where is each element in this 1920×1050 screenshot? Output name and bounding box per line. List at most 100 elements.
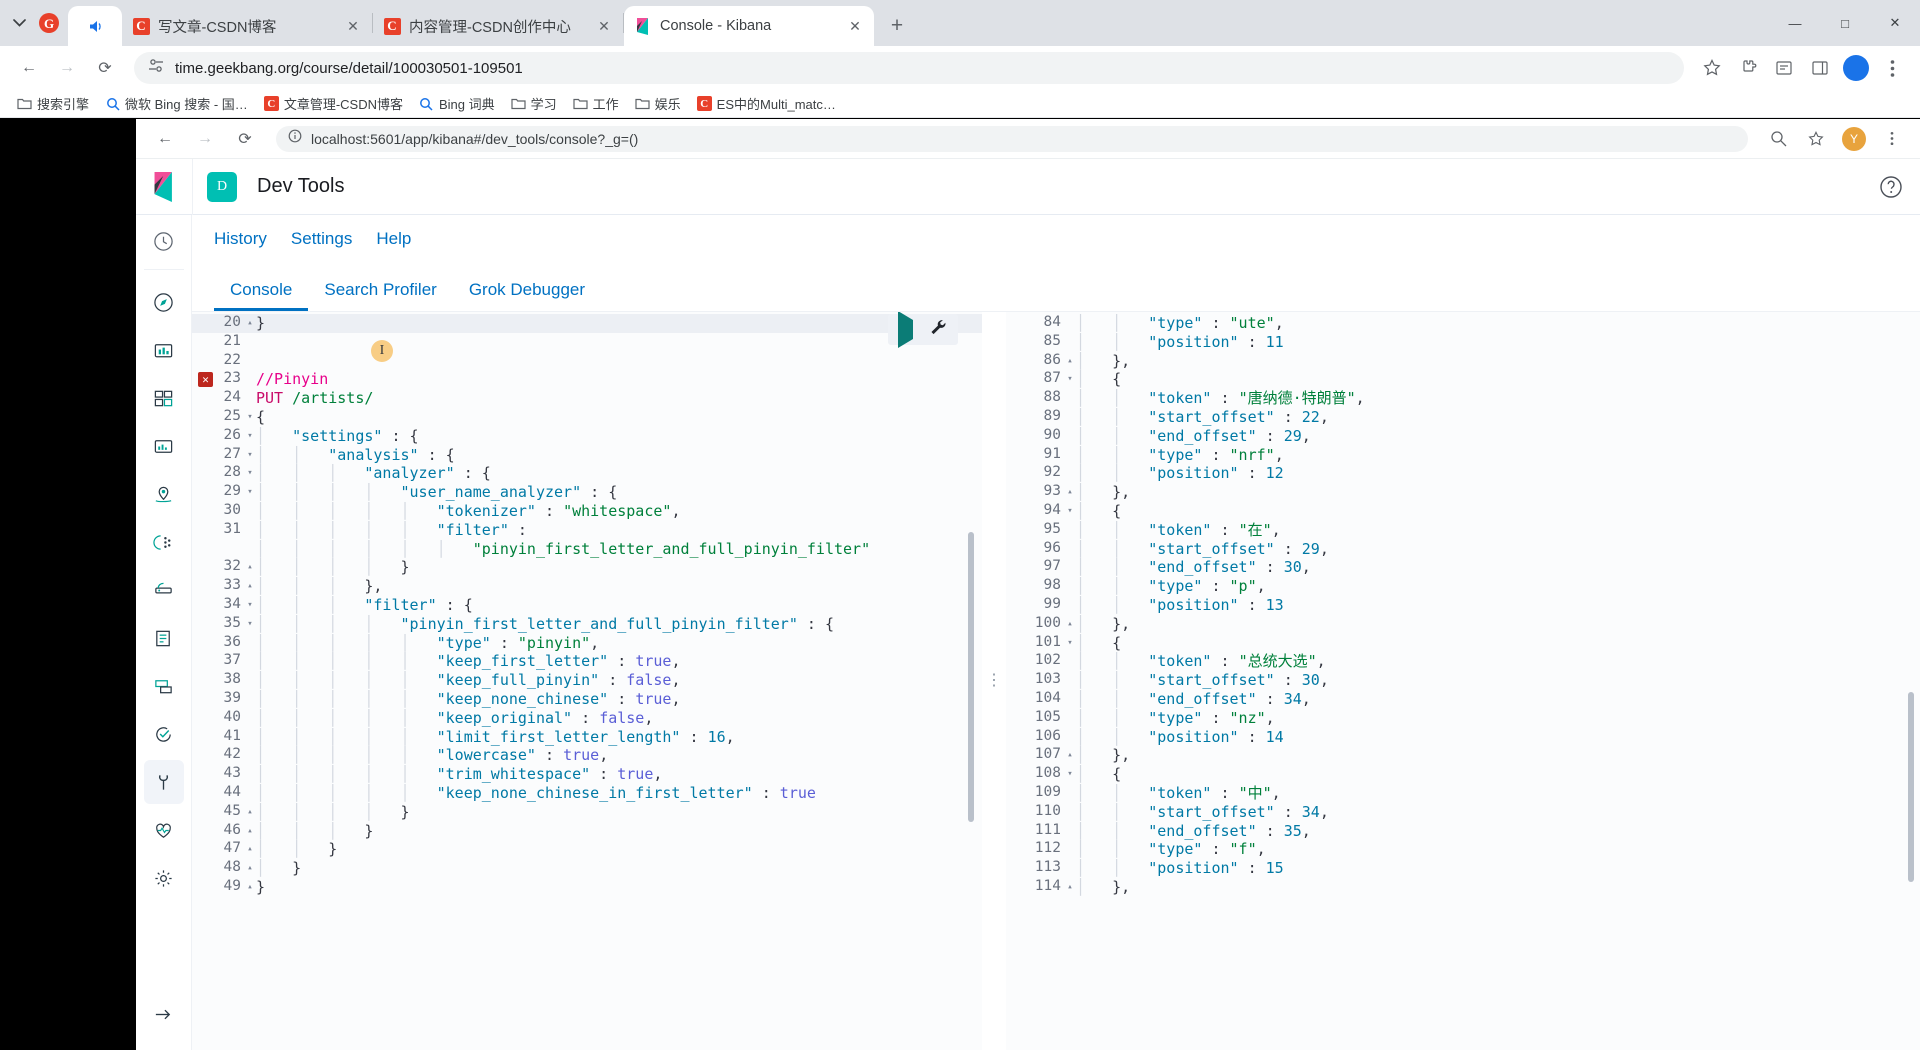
kibana-logo-icon[interactable] (136, 159, 192, 215)
reload-button[interactable]: ⟳ (88, 51, 122, 85)
sidebar-item-logs[interactable] (144, 616, 184, 660)
request-options-wrench-icon[interactable] (929, 318, 948, 341)
fold-toggle-icon[interactable]: ▾ (1064, 502, 1076, 521)
sidebar-item-dev-tools[interactable] (143, 760, 184, 804)
collapse-arrow-icon[interactable] (144, 992, 184, 1036)
inner-address-bar[interactable]: localhost:5601/app/kibana#/dev_tools/con… (276, 125, 1748, 152)
more-menu-icon[interactable] (1876, 52, 1908, 84)
maximize-button[interactable]: □ (1820, 0, 1870, 46)
fold-toggle-icon[interactable]: ▴ (244, 840, 256, 859)
browser-tab-2[interactable]: Console - Kibana ✕ (624, 6, 874, 46)
pinned-tab-audio[interactable] (68, 6, 122, 46)
fold-toggle-icon[interactable]: ▴ (244, 878, 256, 897)
g-logo-icon[interactable]: G (34, 8, 64, 38)
bookmark-item[interactable]: Bing 词典 (412, 91, 502, 116)
help-circle-icon[interactable] (1876, 172, 1906, 202)
fold-toggle-icon[interactable]: ▾ (244, 615, 256, 634)
extensions-icon[interactable] (1732, 52, 1764, 84)
fold-toggle-icon[interactable]: ▴ (244, 577, 256, 596)
response-pane[interactable]: 84 │ │ "type" : "ute", 85 │ │ "position" : … (1006, 312, 1920, 1050)
fold-toggle-icon[interactable]: ▴ (1064, 352, 1076, 371)
minimize-button[interactable]: — (1770, 0, 1820, 46)
tab-search-chevron-icon[interactable] (4, 8, 34, 38)
bookmark-item[interactable]: 微软 Bing 搜索 - 国… (98, 91, 255, 116)
sidebar-item-canvas[interactable] (144, 424, 184, 468)
sidebar-item-uptime[interactable] (144, 712, 184, 756)
editor-scrollbar[interactable] (968, 532, 974, 822)
inner-forward-button[interactable]: → (188, 122, 222, 156)
sidebar-item-dashboard[interactable] (144, 376, 184, 420)
back-button[interactable]: ← (12, 51, 46, 85)
side-panel-icon[interactable] (1804, 52, 1836, 84)
fold-toggle-icon[interactable]: ▴ (1064, 746, 1076, 765)
fold-toggle-icon[interactable]: ▾ (244, 596, 256, 615)
fold-toggle-icon[interactable]: ▴ (244, 859, 256, 878)
bookmark-item[interactable]: C ES中的Multi_matc… (690, 91, 843, 116)
code-token: "tokenizer" (436, 501, 536, 520)
site-settings-icon[interactable] (148, 58, 165, 78)
browser-tab-1[interactable]: C 内容管理-CSDN创作中心 ✕ (373, 6, 623, 46)
address-bar[interactable]: time.geekbang.org/course/detail/10003050… (134, 52, 1684, 84)
inner-back-button[interactable]: ← (148, 122, 182, 156)
fold-toggle-icon[interactable]: ▾ (1064, 370, 1076, 389)
inner-bookmark-star-icon[interactable] (1800, 123, 1832, 155)
sidebar-item-machine-learning[interactable] (144, 520, 184, 564)
new-tab-button[interactable]: + (880, 9, 914, 43)
sidebar-item-infrastructure[interactable] (144, 568, 184, 612)
code-line: 95 │ │ "token" : "在", (1006, 521, 1920, 540)
tab-search-profiler[interactable]: Search Profiler (308, 280, 452, 311)
fold-toggle-icon[interactable]: ▾ (244, 427, 256, 446)
inner-reload-button[interactable]: ⟳ (228, 122, 262, 156)
bookmark-star-icon[interactable] (1696, 52, 1728, 84)
close-icon[interactable]: ✕ (344, 17, 362, 35)
forward-button[interactable]: → (50, 51, 84, 85)
fold-toggle-icon[interactable]: ▾ (244, 408, 256, 427)
help-link[interactable]: Help (376, 229, 411, 249)
fold-toggle-icon[interactable]: ▴ (1064, 483, 1076, 502)
close-icon[interactable]: ✕ (595, 17, 613, 35)
settings-link[interactable]: Settings (291, 229, 352, 249)
close-window-button[interactable]: ✕ (1870, 0, 1920, 46)
reading-mode-icon[interactable] (1768, 52, 1800, 84)
error-marker-icon[interactable]: ✕ (198, 372, 213, 388)
tab-console[interactable]: Console (214, 280, 309, 311)
fold-toggle-icon[interactable]: ▴ (244, 314, 256, 333)
sidebar-item-apm[interactable] (144, 664, 184, 708)
run-request-button[interactable] (898, 312, 913, 348)
fold-toggle-icon[interactable]: ▴ (244, 803, 256, 822)
fold-toggle-icon[interactable]: ▾ (1064, 765, 1076, 784)
bookmark-item[interactable]: 娱乐 (628, 91, 688, 116)
sidebar-item-visualize[interactable] (144, 328, 184, 372)
inner-more-menu-icon[interactable] (1876, 123, 1908, 155)
bookmark-item[interactable]: 搜索引擎 (10, 91, 96, 116)
sidebar-item-management[interactable] (144, 856, 184, 900)
indent-guide: │ (1076, 445, 1113, 464)
history-link[interactable]: History (214, 229, 267, 249)
pane-splitter[interactable]: ⋮ (982, 312, 1006, 1050)
tab-grok-debugger[interactable]: Grok Debugger (453, 280, 601, 311)
inner-profile-avatar[interactable]: Y (1838, 123, 1870, 155)
fold-toggle-icon[interactable]: ▾ (244, 464, 256, 483)
request-code-lines[interactable]: 20 ▴} 21 22 ✕ 23//Pinyin 24 PUT /artists/25 ▾{26… (192, 312, 982, 897)
fold-toggle-icon[interactable]: ▴ (244, 822, 256, 841)
sidebar-item-maps[interactable] (144, 472, 184, 516)
request-editor-pane[interactable]: 20 ▴} 21 22 ✕ 23//Pinyin 24 PUT /artists/25 ▾{26… (192, 312, 982, 1050)
sidebar-item-discover[interactable] (144, 280, 184, 324)
inner-zoom-search-icon[interactable] (1762, 123, 1794, 155)
close-icon[interactable]: ✕ (846, 17, 864, 35)
fold-toggle-icon[interactable]: ▾ (1064, 634, 1076, 653)
fold-toggle-icon[interactable]: ▴ (1064, 615, 1076, 634)
browser-tab-0[interactable]: C 写文章-CSDN博客 ✕ (122, 6, 372, 46)
fold-toggle-icon[interactable]: ▴ (1064, 878, 1076, 897)
bookmark-item[interactable]: 工作 (566, 91, 626, 116)
sidebar-item-monitoring[interactable] (144, 808, 184, 852)
fold-toggle-icon[interactable]: ▴ (244, 558, 256, 577)
sidebar-item-recently-viewed[interactable] (144, 219, 184, 263)
bookmark-item[interactable]: 学习 (504, 91, 564, 116)
info-circle-icon[interactable] (288, 129, 302, 148)
response-scrollbar[interactable] (1908, 692, 1914, 882)
bookmark-item[interactable]: C 文章管理-CSDN博客 (257, 91, 410, 116)
profile-avatar[interactable] (1840, 52, 1872, 84)
fold-toggle-icon[interactable]: ▾ (244, 446, 256, 465)
fold-toggle-icon[interactable]: ▾ (244, 483, 256, 502)
